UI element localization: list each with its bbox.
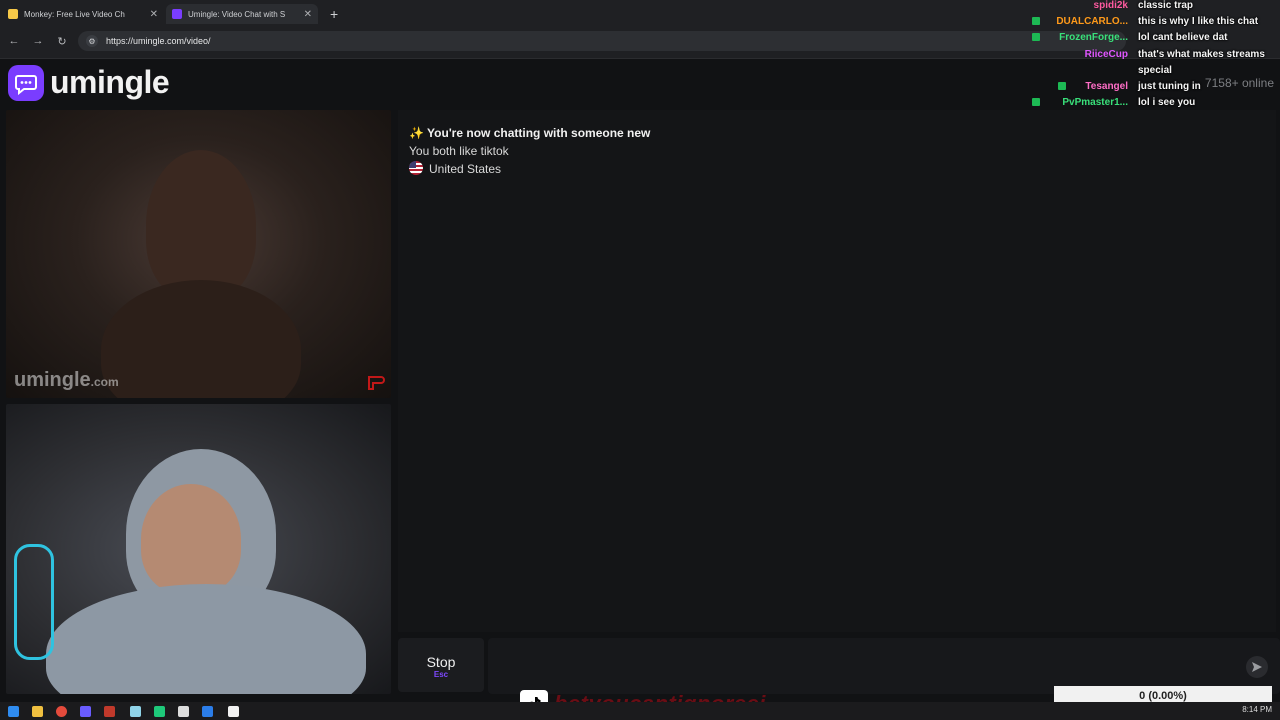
overlay-username: DUALCARLO...: [1056, 16, 1128, 28]
overlay-chat-row: RiiceCup that's what makes streams: [1030, 49, 1266, 65]
url-text: https://umingle.com/video/: [106, 36, 211, 46]
tab-title: Monkey: Free Live Video Ch: [24, 9, 125, 19]
overlay-message: lol i see you: [1138, 97, 1196, 109]
close-tab-icon[interactable]: ✕: [304, 9, 312, 20]
overlay-chat-row: spidi2k classic trap: [1030, 0, 1266, 16]
new-tab-icon[interactable]: +: [330, 6, 338, 22]
logo-text: umingle: [50, 64, 170, 100]
reload-icon[interactable]: ↻: [50, 35, 74, 48]
chair-light: [14, 544, 54, 660]
streaming-app-icon[interactable]: [154, 706, 165, 717]
kick-badge-icon: [1032, 33, 1040, 42]
overlay-username: Tesangel: [1085, 80, 1128, 92]
video-watermark: umingle.com: [14, 369, 119, 391]
notepad-icon[interactable]: [130, 706, 141, 717]
local-person-body: [46, 584, 366, 694]
skype-icon[interactable]: [202, 706, 213, 717]
paint-icon[interactable]: [228, 706, 239, 717]
site-info-icon[interactable]: ⚙: [86, 35, 98, 47]
capcut-icon[interactable]: [178, 706, 189, 717]
report-flag-icon[interactable]: [367, 376, 385, 390]
country-text: United States: [429, 162, 502, 176]
remote-person-head: [146, 150, 256, 300]
shared-interest-message: You both like tiktok: [409, 144, 509, 158]
chat-bubble-icon: [8, 64, 44, 101]
file-explorer-icon[interactable]: [32, 706, 43, 717]
overlay-message: that's what makes streams: [1138, 48, 1265, 60]
stop-shortcut: Esc: [433, 670, 449, 679]
overlay-chat-row: special: [1030, 65, 1266, 81]
back-arrow-icon[interactable]: ←: [2, 35, 26, 47]
chat-panel: ✨ You're now chatting with someone new Y…: [398, 110, 1276, 632]
windows-taskbar: 8:14 PM: [0, 702, 1280, 720]
us-flag-icon: [409, 161, 423, 175]
umingle-favicon-icon: [172, 9, 182, 19]
overlay-username: PvPmaster1...: [1062, 97, 1128, 109]
overlay-username: FrozenForge...: [1059, 32, 1128, 44]
tab-title: Umingle: Video Chat with S: [188, 9, 286, 19]
chrome-icon[interactable]: [56, 706, 67, 717]
start-icon[interactable]: [8, 706, 19, 717]
kick-badge-icon: [1032, 98, 1040, 107]
remote-person-body: [101, 280, 301, 398]
kick-badge-icon: [1058, 81, 1066, 90]
tab-monkey[interactable]: Monkey: Free Live Video Ch ✕: [8, 4, 158, 24]
stop-label: Stop: [426, 654, 456, 670]
kick-badge-icon: [1032, 17, 1040, 26]
overlay-message: this is why I like this chat: [1138, 16, 1259, 28]
overlay-message: classic trap: [1138, 0, 1194, 11]
local-video: [6, 404, 391, 694]
stop-button[interactable]: Stop Esc: [398, 638, 484, 692]
monkey-favicon-icon: [8, 9, 18, 19]
overlay-message: lol cant believe dat: [1138, 32, 1228, 44]
close-tab-icon[interactable]: ✕: [150, 9, 158, 20]
tab-umingle[interactable]: Umingle: Video Chat with S ✕: [166, 4, 318, 24]
overlay-message: special: [1138, 64, 1172, 76]
overlay-chat-row: Tesangel just tuning in: [1030, 81, 1266, 97]
send-icon: [1252, 662, 1262, 672]
remote-video: umingle.com: [6, 110, 391, 398]
overlay-username: spidi2k: [1093, 0, 1128, 11]
overlay-chat-row: PvPmaster1... lol i see you: [1030, 97, 1266, 113]
discord-icon[interactable]: [80, 706, 91, 717]
forward-arrow-icon[interactable]: →: [26, 35, 50, 47]
send-button[interactable]: [1246, 656, 1268, 678]
overlay-message: just tuning in: [1138, 80, 1201, 92]
address-bar[interactable]: ⚙ https://umingle.com/video/: [78, 31, 1126, 51]
overlay-chat-row: DUALCARLO... this is why I like this cha…: [1030, 16, 1266, 32]
overlay-chat-row: FrozenForge... lol cant believe dat: [1030, 32, 1266, 48]
country-message: United States: [409, 160, 650, 178]
taskbar-clock: 8:14 PM: [1242, 705, 1272, 714]
stream-chat-overlay: spidi2k classic trap DUALCARLO... this i…: [1030, 0, 1266, 113]
site-logo[interactable]: umingle: [8, 64, 170, 101]
app-icon[interactable]: [104, 706, 115, 717]
overlay-username: RiiceCup: [1084, 48, 1128, 60]
system-message: ✨ You're now chatting with someone new Y…: [409, 124, 650, 178]
new-partner-message: ✨ You're now chatting with someone new: [409, 126, 651, 140]
local-person-face: [141, 484, 241, 594]
